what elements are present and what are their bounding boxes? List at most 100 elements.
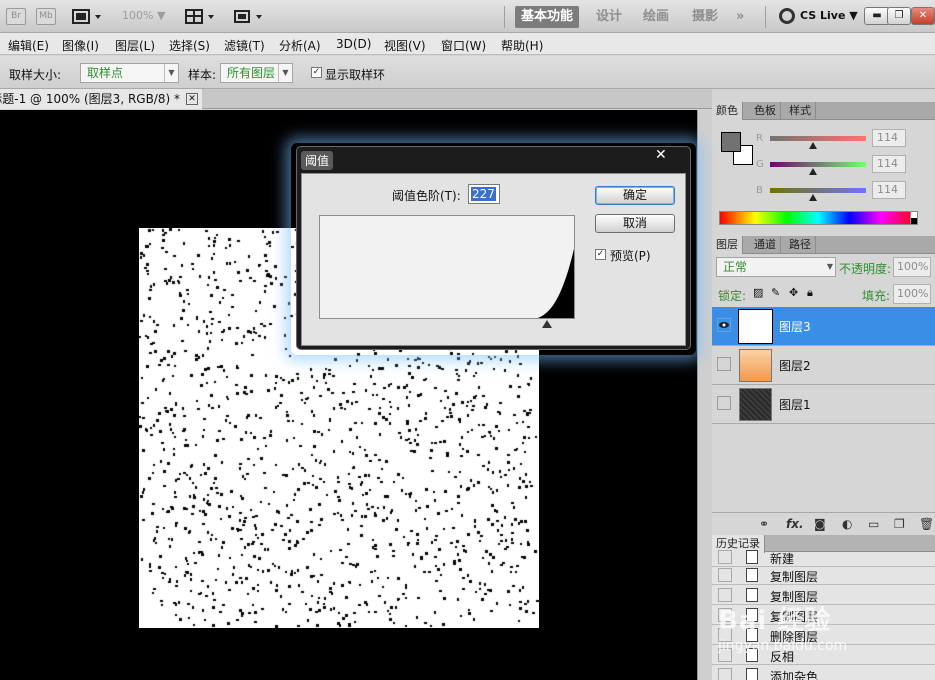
add-mask-icon[interactable]: ◙ <box>814 517 826 531</box>
link-layers-icon[interactable]: ⚭ <box>759 517 769 531</box>
tab-swatches[interactable]: 色板 <box>750 102 781 120</box>
lock-image-icon[interactable]: ✎ <box>771 286 780 299</box>
red-slider[interactable] <box>770 136 866 141</box>
screen-mode-button[interactable] <box>233 7 262 27</box>
menu-filter[interactable]: 滤镜(T) <box>224 37 265 54</box>
layer-name[interactable]: 图层3 <box>779 318 811 335</box>
menu-3d[interactable]: 3D(D) <box>336 37 371 51</box>
layer-row-3[interactable]: 图层3 <box>712 307 935 346</box>
green-value-field[interactable]: 114 <box>872 155 906 173</box>
view-extras-button[interactable] <box>72 7 101 27</box>
sample-size-value: 取样点 <box>87 66 124 80</box>
layer-thumbnail <box>739 388 772 421</box>
opacity-field[interactable]: 100% <box>893 257 931 277</box>
tab-color[interactable]: 颜色 <box>712 102 743 120</box>
new-group-icon[interactable]: ▭ <box>868 517 879 531</box>
visibility-toggle[interactable] <box>717 396 731 410</box>
close-document-icon[interactable]: ✕ <box>186 93 198 105</box>
fx-icon[interactable]: fx. <box>786 517 804 531</box>
adjustment-layer-icon[interactable]: ◐ <box>842 517 852 531</box>
cslive-menu[interactable]: CS Live ▼ <box>800 9 858 22</box>
ok-button[interactable]: 确定 <box>595 186 675 205</box>
color-spectrum-bar[interactable] <box>719 211 917 225</box>
history-state-icon <box>746 668 758 680</box>
tab-styles[interactable]: 样式 <box>785 102 816 120</box>
blue-slider[interactable] <box>770 188 866 193</box>
new-layer-icon[interactable]: ❐ <box>894 517 905 531</box>
watermark-url: jingyan.baidu.com <box>718 638 848 654</box>
black-white-swatch[interactable] <box>910 211 918 225</box>
opacity-label: 不透明度: <box>839 262 892 276</box>
tab-layers[interactable]: 图层 <box>712 236 743 254</box>
history-state-icon <box>746 550 758 564</box>
blue-slider-thumb[interactable] <box>809 194 817 201</box>
green-slider-thumb[interactable] <box>809 168 817 175</box>
lock-position-icon[interactable]: ✥ <box>789 286 798 299</box>
tab-paths[interactable]: 路径 <box>785 236 816 254</box>
visibility-eye-icon[interactable] <box>717 318 731 332</box>
red-slider-thumb[interactable] <box>809 142 817 149</box>
sample-select[interactable]: 所有图层 ▼ <box>220 63 293 83</box>
dialog-close-icon[interactable]: ✕ <box>655 147 667 163</box>
minibridge-badge-icon[interactable]: Mb <box>36 8 56 25</box>
menu-view[interactable]: 视图(V) <box>384 37 426 54</box>
arrange-documents-button[interactable] <box>185 7 214 27</box>
zoom-level[interactable]: 100% ▼ <box>122 9 165 22</box>
screen-mode-icon <box>234 10 262 23</box>
fill-field[interactable]: 100% <box>893 284 931 304</box>
blend-mode-select[interactable]: 正常 ▼ <box>716 257 836 277</box>
menu-help[interactable]: 帮助(H) <box>501 37 543 54</box>
tab-channels[interactable]: 通道 <box>750 236 781 254</box>
history-item[interactable]: 复制图层 <box>712 565 935 585</box>
menu-edit[interactable]: 编辑(E) <box>8 37 49 54</box>
document-tab-bar: 未标题-1 @ 100% (图层3, RGB/8) * ✕ <box>0 89 712 109</box>
menu-select[interactable]: 选择(S) <box>169 37 210 54</box>
close-window-button[interactable]: ✕ <box>911 7 935 25</box>
menu-layer[interactable]: 图层(L) <box>115 37 155 54</box>
visibility-toggle[interactable] <box>717 357 731 371</box>
menu-window[interactable]: 窗口(W) <box>441 37 486 54</box>
document-tab[interactable]: 未标题-1 @ 100% (图层3, RGB/8) * <box>0 89 202 109</box>
sample-size-label: 取样大小: <box>9 68 62 82</box>
options-bar: 取样大小: 取样点 ▼ 样本: 所有图层 ▼ ✓ 显示取样环 <box>0 56 935 89</box>
threshold-slider-thumb[interactable] <box>541 320 552 328</box>
lock-all-icon[interactable]: 🔒︎ <box>807 286 813 300</box>
green-slider[interactable] <box>770 162 866 167</box>
workspace-painting-button[interactable]: 绘画 <box>637 6 675 28</box>
restore-button[interactable]: ❐ <box>887 7 911 25</box>
red-value-field[interactable]: 114 <box>872 129 906 147</box>
history-item[interactable]: 新建 <box>712 547 935 567</box>
sample-size-select[interactable]: 取样点 ▼ <box>80 63 179 83</box>
document-tab-title: 未标题-1 @ 100% (图层3, RGB/8) * <box>0 92 180 106</box>
blue-value-field[interactable]: 114 <box>872 181 906 199</box>
color-panel-tabs: 颜色 色板 样式 <box>712 102 935 120</box>
dialog-title: 阈值 <box>301 151 334 170</box>
more-workspaces-icon[interactable]: » <box>730 6 750 28</box>
color-panel: 颜色 色板 样式 R 114 G 114 B 114 <box>712 102 935 236</box>
history-item[interactable]: 添加杂色 <box>712 665 935 680</box>
trash-icon[interactable]: 🗑︎ <box>919 517 934 531</box>
threshold-level-input[interactable]: 227 <box>468 184 500 204</box>
workspace-design-button[interactable]: 设计 <box>590 6 628 28</box>
histogram <box>319 215 575 319</box>
menu-image[interactable]: 图像(I) <box>62 37 99 54</box>
lock-transparent-icon[interactable]: ▨ <box>753 286 763 299</box>
workspace-photography-button[interactable]: 摄影 <box>686 6 724 28</box>
chevron-down-icon: ▼ <box>826 262 833 271</box>
layer-name[interactable]: 图层2 <box>779 357 811 374</box>
show-ring-checkbox[interactable]: ✓ <box>311 67 322 78</box>
watermark-logo: Bai 经验 <box>718 606 832 636</box>
workspace-essentials-button[interactable]: 基本功能 <box>515 6 580 28</box>
preview-checkbox[interactable]: ✓ <box>595 249 606 260</box>
layer-name[interactable]: 图层1 <box>779 396 811 413</box>
zoom-dropdown-icon: ▼ <box>156 9 166 22</box>
vertical-scrollbar[interactable] <box>697 110 712 680</box>
layer-row-1[interactable]: 图层1 <box>712 385 935 424</box>
layer-row-2[interactable]: 图层2 <box>712 346 935 385</box>
show-ring-label: 显示取样环 <box>325 68 386 82</box>
bridge-badge-icon[interactable]: Br <box>6 8 26 25</box>
film-strip-icon <box>72 9 101 24</box>
foreground-color-swatch[interactable] <box>721 132 741 152</box>
cancel-button[interactable]: 取消 <box>595 214 675 233</box>
menu-analysis[interactable]: 分析(A) <box>279 37 321 54</box>
